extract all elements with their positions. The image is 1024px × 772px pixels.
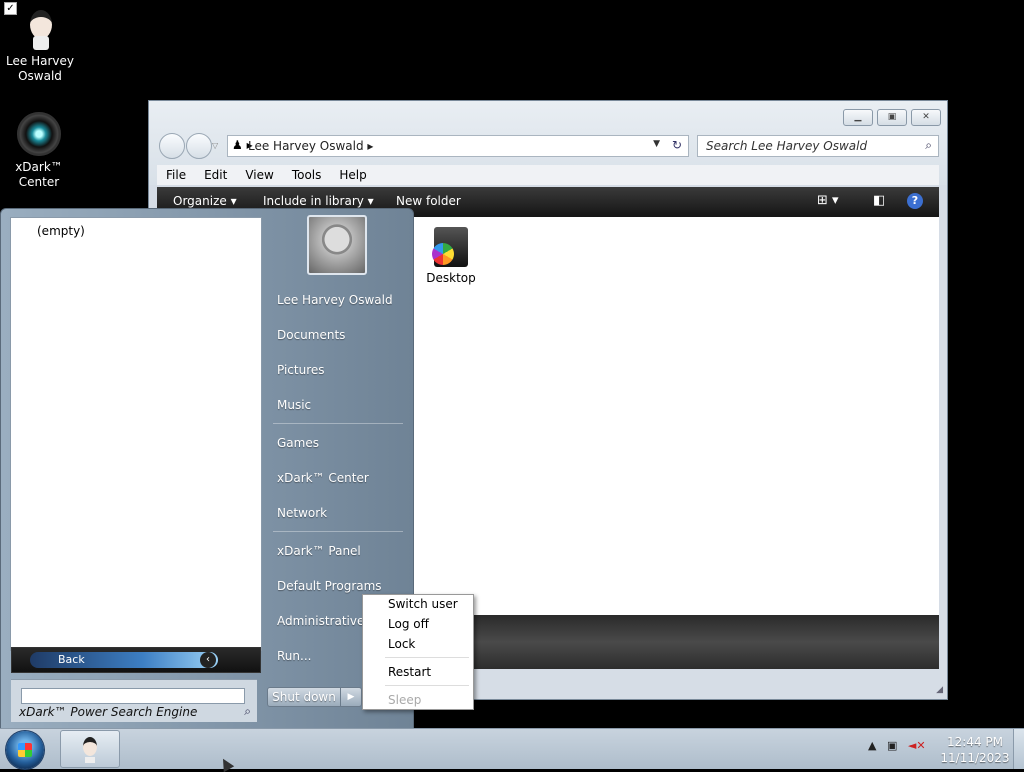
help-icon[interactable]: ? (907, 193, 923, 209)
file-item-label: Desktop (426, 271, 476, 285)
search-icon[interactable]: ⌕ (244, 704, 251, 719)
back-bar: Back ‹ (11, 647, 261, 673)
desktop-icon-user[interactable]: ✓ Lee Harvey Oswald (0, 2, 80, 84)
show-hidden-icons-icon[interactable]: ▲ (868, 739, 876, 752)
start-item-games[interactable]: Games (277, 436, 319, 450)
menu-item-restart[interactable]: Restart (388, 665, 431, 679)
start-item-music[interactable]: Music (277, 398, 311, 412)
maximize-button[interactable]: ▣ (877, 109, 907, 126)
start-search-placeholder: xDark™ Power Search Engine (19, 705, 198, 719)
desktop-icon-xdark-center[interactable]: xDark™ Center (0, 112, 78, 190)
menu-help[interactable]: Help (330, 165, 375, 185)
clock-date: 11/11/2023 (940, 751, 1010, 765)
menu-item-sleep: Sleep (388, 693, 422, 707)
desktop-icon-label: xDark™ Center (15, 160, 63, 189)
address-bar[interactable]: ♟ ▸ Lee Harvey Oswald ▸ ▼ ↻ (227, 135, 689, 157)
start-search-box[interactable]: xDark™ Power Search Engine ⌕ (11, 679, 257, 722)
xdark-center-icon (17, 112, 61, 156)
menu-file[interactable]: File (157, 165, 195, 185)
taskbar-item-explorer[interactable] (60, 730, 120, 768)
menu-item-log-off[interactable]: Log off (388, 617, 429, 631)
organize-button[interactable]: Organize ▾ (173, 194, 237, 208)
resize-grip-icon[interactable]: ◢ (936, 685, 943, 695)
network-icon[interactable]: ▣ (887, 739, 897, 752)
menu-edit[interactable]: Edit (195, 165, 236, 185)
start-item-run[interactable]: Run... (277, 649, 311, 663)
start-item-pictures[interactable]: Pictures (277, 363, 325, 377)
menu-bar: File Edit View Tools Help (157, 165, 939, 185)
view-options-icon[interactable]: ⊞ ▾ (817, 193, 839, 208)
programs-list: (empty) (10, 217, 262, 651)
windows-logo-icon (18, 743, 32, 757)
address-dropdown-icon[interactable]: ▼ (653, 139, 660, 149)
start-item-xdark-center[interactable]: xDark™ Center (277, 471, 369, 485)
start-item-xdark-panel[interactable]: xDark™ Panel (277, 544, 361, 558)
preview-pane-icon[interactable]: ◧ (873, 193, 885, 208)
menu-tools[interactable]: Tools (283, 165, 331, 185)
user-folder-icon (83, 737, 97, 756)
user-folder-icon: ✓ (4, 2, 62, 50)
taskbar: ▲ ▣ ◄✕ 12:44 PM 11/11/2023 (0, 728, 1024, 769)
start-search-input[interactable] (21, 688, 245, 704)
start-item-network[interactable]: Network (277, 506, 327, 520)
new-folder-button[interactable]: New folder (396, 194, 461, 208)
clock-time: 12:44 PM (947, 735, 1003, 749)
start-item-default-programs[interactable]: Default Programs (277, 579, 382, 593)
empty-label: (empty) (37, 224, 85, 238)
shutdown-button[interactable]: Shut down (267, 687, 341, 707)
recent-pages-dropdown-icon[interactable]: ▽ (212, 141, 218, 150)
shutdown-options-arrow-icon[interactable]: ▶ (340, 687, 362, 707)
start-button[interactable] (6, 731, 44, 769)
window-controls: ▁ ▣ ✕ (843, 109, 941, 126)
back-nav-button[interactable] (159, 133, 185, 159)
back-arrow-icon: ‹ (200, 652, 216, 668)
refresh-icon[interactable]: ↻ (672, 138, 682, 152)
menu-item-lock[interactable]: Lock (388, 637, 415, 651)
minimize-button[interactable]: ▁ (843, 109, 873, 126)
menu-view[interactable]: View (236, 165, 282, 185)
search-placeholder: Search Lee Harvey Oswald (706, 139, 868, 153)
start-item-user[interactable]: Lee Harvey Oswald (277, 293, 393, 307)
explorer-search-box[interactable]: Search Lee Harvey Oswald ⌕ (697, 135, 939, 157)
file-item-desktop[interactable]: Desktop (421, 227, 481, 285)
show-desktop-button[interactable] (1013, 729, 1024, 769)
include-in-library-button[interactable]: Include in library ▾ (263, 194, 374, 208)
forward-nav-button[interactable] (186, 133, 212, 159)
checkbox-icon[interactable]: ✓ (4, 2, 17, 15)
desktop-icon-label: Lee Harvey Oswald (6, 54, 74, 83)
power-options-menu: Switch user Log off Lock Restart Sleep (362, 594, 474, 710)
volume-muted-icon[interactable]: ◄✕ (908, 739, 926, 752)
start-item-documents[interactable]: Documents (277, 328, 345, 342)
start-item-administrative-tools[interactable]: Administrative T (277, 614, 376, 628)
breadcrumb[interactable]: Lee Harvey Oswald ▸ (248, 139, 373, 153)
back-button[interactable]: Back ‹ (30, 652, 218, 668)
close-button[interactable]: ✕ (911, 109, 941, 126)
menu-item-switch-user[interactable]: Switch user (388, 597, 458, 611)
system-tray: ▲ ▣ ◄✕ (868, 739, 926, 752)
start-menu: (empty) Back ‹ xDark™ Power Search Engin… (0, 208, 414, 730)
search-icon[interactable]: ⌕ (925, 138, 932, 153)
clock[interactable]: 12:44 PM 11/11/2023 (940, 734, 1010, 766)
desktop-folder-icon (432, 227, 468, 267)
